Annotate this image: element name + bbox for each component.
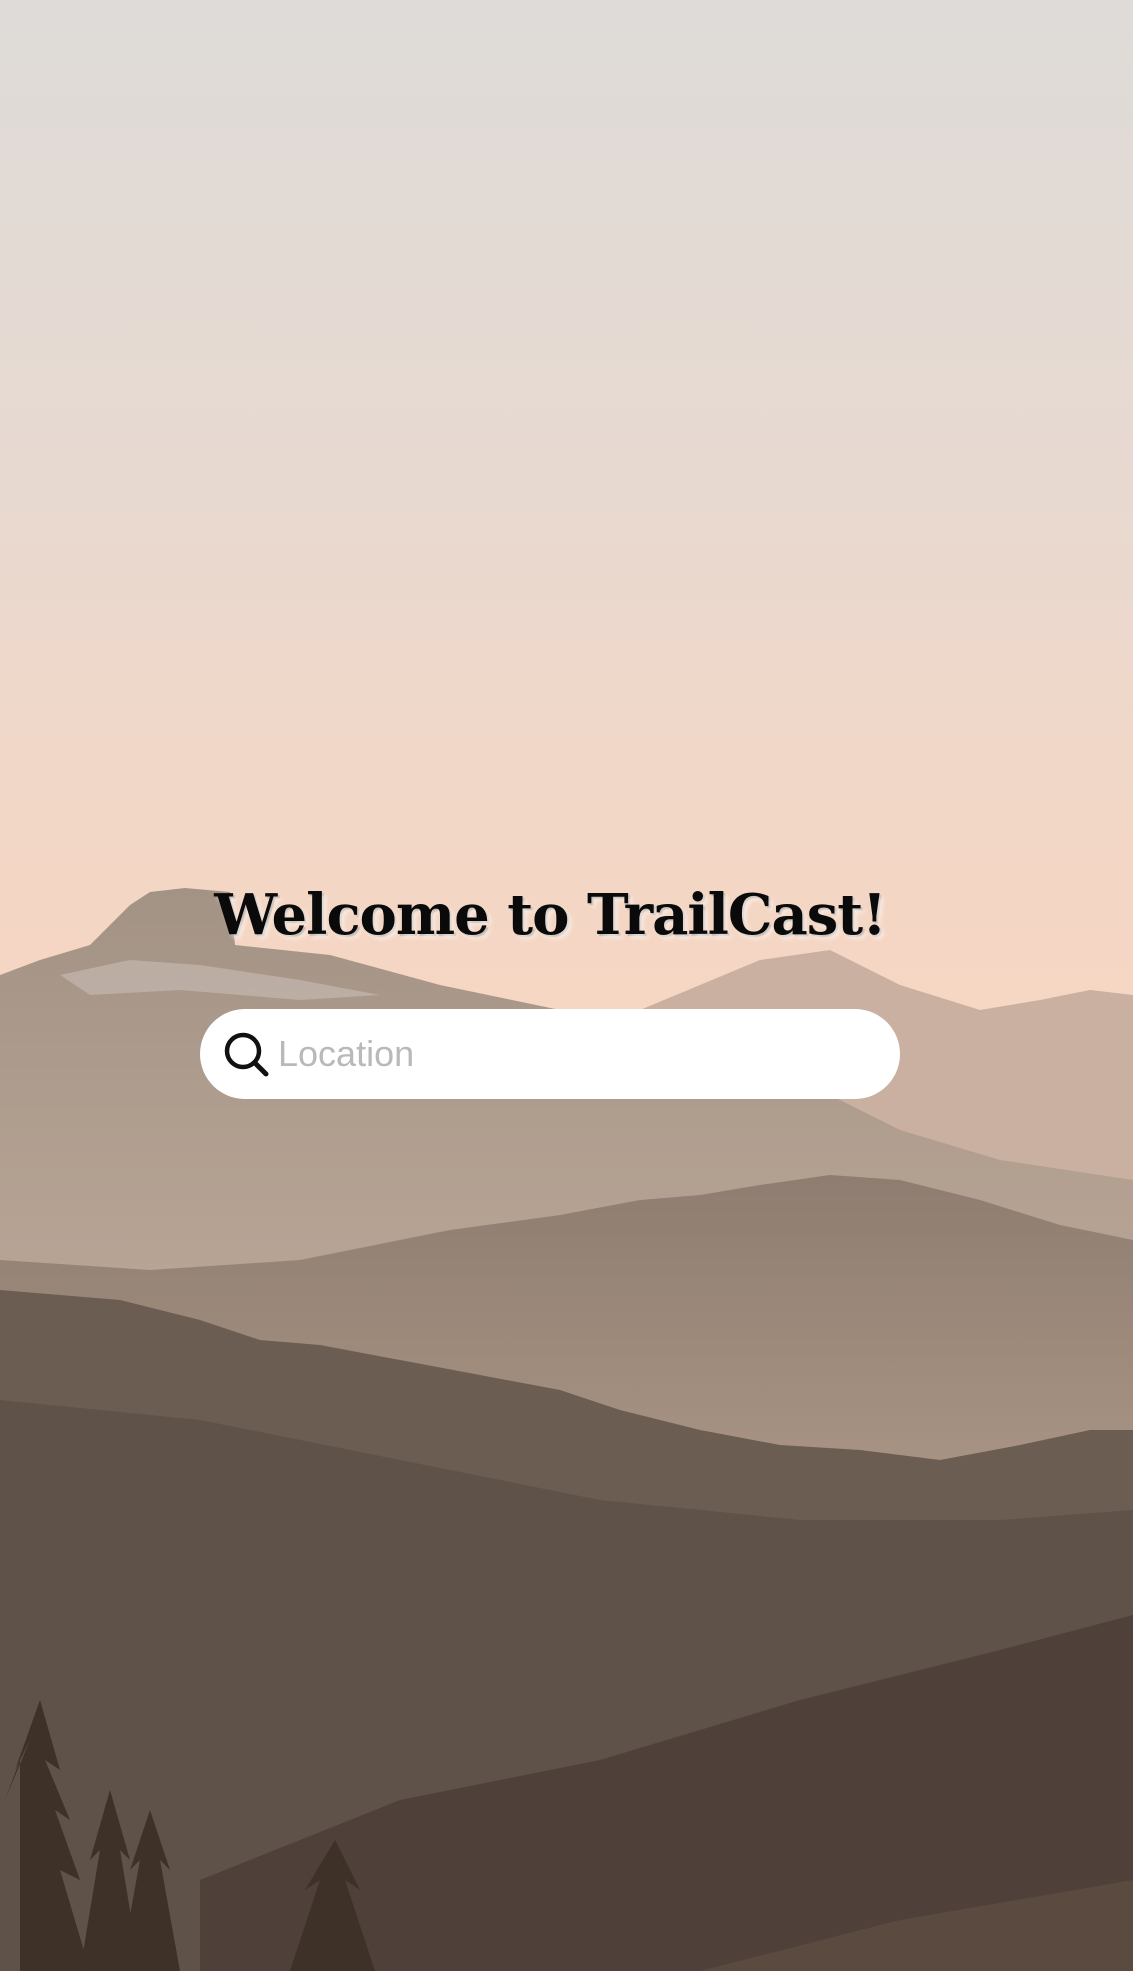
location-search-bar[interactable] <box>200 1009 900 1099</box>
mountain-landscape-background <box>0 0 1133 1971</box>
search-icon[interactable] <box>222 1030 270 1078</box>
location-search-input[interactable] <box>278 1024 858 1084</box>
page-title: Welcome to TrailCast! <box>214 882 887 948</box>
